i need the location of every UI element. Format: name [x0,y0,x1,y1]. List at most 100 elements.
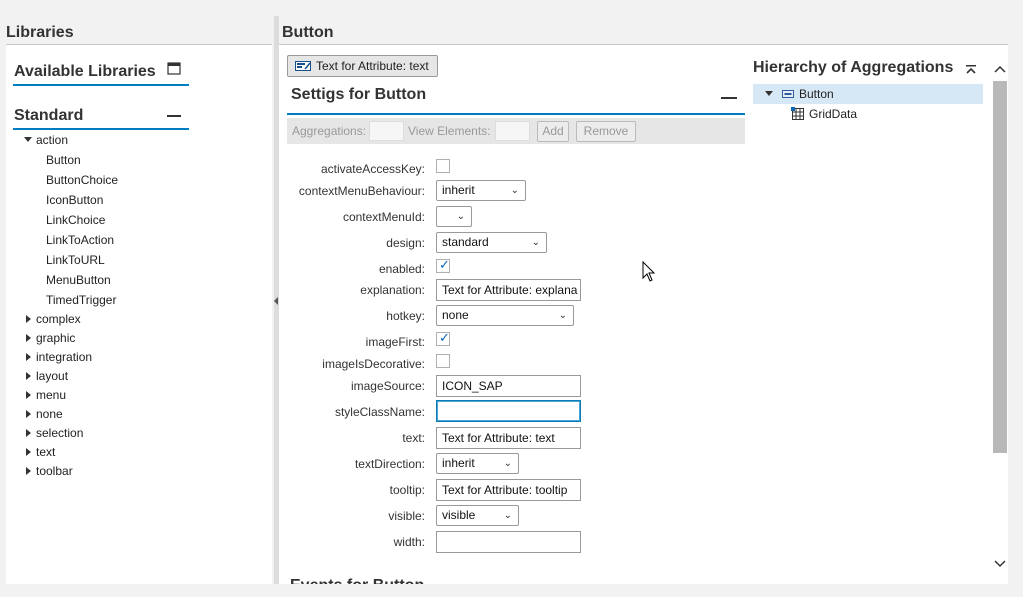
activateaccesskey-checkbox[interactable] [436,159,450,173]
tree-group-label: integration [36,350,93,364]
chevron-down-icon: ⌄ [531,237,540,248]
aggregations-field[interactable] [369,121,404,141]
settings-title: Settigs for Button [291,86,427,103]
width-input[interactable] [436,531,581,553]
contextmenuid-select[interactable]: ⌄ [436,206,472,227]
settings-header: Settigs for Button [287,82,745,115]
enabled-checkbox[interactable]: ✓ [436,257,450,273]
imagesource-label: imageSource: [350,379,425,393]
tree-group-label: action [36,133,69,147]
tree-group-label: toolbar [36,464,73,478]
visible-select[interactable]: visible ⌄ [436,505,519,526]
tree-item-menubutton[interactable]: MenuButton [46,271,111,289]
collapsed-arrow-icon[interactable] [26,353,31,361]
styleclassname-input[interactable] [436,400,581,422]
collapsed-arrow-icon[interactable] [26,448,31,456]
available-libraries-header[interactable]: Available Libraries [13,54,189,86]
hierarchy-row-griddata[interactable]: GridData [753,104,983,124]
tree-group-complex[interactable]: complex [26,310,146,328]
page-title: Button [279,16,1008,45]
collapsed-arrow-icon[interactable] [26,372,31,380]
scroll-thumb[interactable] [993,81,1007,453]
events-title: Events for Button [290,577,424,584]
contextmenubehaviour-select[interactable]: inherit ⌄ [436,180,526,201]
checkmark-icon: ✓ [439,257,450,272]
tree-group-selection[interactable]: selection [26,424,146,442]
design-select[interactable]: standard ⌄ [436,232,547,253]
text-input[interactable]: Text for Attribute: text [436,427,581,449]
collapse-left-icon[interactable] [274,297,278,305]
hierarchy-row-button[interactable]: Button [753,84,983,104]
hierarchy-label: GridData [809,107,858,121]
chevron-down-icon: ⌄ [456,211,465,222]
tree-group-integration[interactable]: integration [26,348,146,366]
standard-library-header[interactable]: Standard [13,98,189,130]
vertical-scrollbar[interactable] [992,61,1008,584]
explanation-input[interactable]: Text for Attribute: explana [436,279,581,301]
tree-group-label: selection [36,426,84,440]
tree-group-action[interactable]: action [24,131,144,149]
tree-group-graphic[interactable]: graphic [26,329,146,347]
chevron-down-icon: ⌄ [503,458,512,469]
tree-group-menu[interactable]: menu [26,386,146,404]
collapsed-arrow-icon[interactable] [26,429,31,437]
scroll-down-icon[interactable] [994,557,1006,569]
tree-group-label: none [36,407,63,421]
maximize-icon[interactable] [167,62,181,76]
edit-text-icon [295,61,311,71]
expand-arrow-icon[interactable] [24,137,32,142]
tree-item-button[interactable]: Button [46,151,81,169]
collapsed-arrow-icon[interactable] [26,334,31,342]
tree-item-iconbutton[interactable]: IconButton [46,191,103,209]
tree-group-none[interactable]: none [26,405,146,423]
tree-item-linkchoice[interactable]: LinkChoice [46,211,105,229]
tree-item-linktourl[interactable]: LinkToURL [46,251,105,269]
chevron-down-icon: ⌄ [558,310,567,321]
remove-button[interactable]: Remove [576,121,636,142]
tree-group-layout[interactable]: layout [26,367,146,385]
hotkey-label: hotkey: [386,309,425,323]
styleclassname-label: styleClassName: [334,405,425,419]
select-value: inherit [442,456,475,470]
collapsed-arrow-icon[interactable] [26,391,31,399]
tree-group-label: complex [36,312,81,326]
tree-group-text[interactable]: text [26,443,146,461]
explanation-label: explanation: [360,283,425,297]
tree-item-buttonchoice[interactable]: ButtonChoice [46,171,118,189]
libraries-panel: Libraries Available Libraries Standard a… [6,16,272,584]
width-label: width: [393,535,425,549]
collapse-all-icon[interactable] [965,64,977,76]
tree-item-timedtrigger[interactable]: TimedTrigger [46,291,116,309]
tree-group-toolbar[interactable]: toolbar [26,462,146,480]
add-button[interactable]: Add [537,121,569,142]
imageisdecorative-checkbox[interactable] [436,354,450,368]
select-value: standard [442,235,489,249]
imagesource-input[interactable]: ICON_SAP [436,375,581,397]
mouse-cursor-icon [642,261,656,282]
button-control-icon [782,90,794,98]
collapsed-arrow-icon[interactable] [26,467,31,475]
tooltip-input[interactable]: Text for Attribute: tooltip [436,479,581,501]
enabled-label: enabled: [378,262,425,276]
libraries-title: Libraries [6,16,272,45]
hierarchy-label: Button [799,87,834,101]
main-panel: Button Text for Attribute: text Settigs … [279,16,1008,584]
hotkey-select[interactable]: none ⌄ [436,305,574,326]
tree-item-linktoaction[interactable]: LinkToAction [46,231,114,249]
minimize-icon[interactable] [167,108,181,122]
minimize-icon[interactable] [721,97,737,99]
tree-group-label: menu [36,388,67,402]
text-label: text: [402,431,425,445]
collapsed-arrow-icon[interactable] [26,315,31,323]
aggregations-label: Aggregations: [292,124,367,138]
collapsed-arrow-icon[interactable] [26,410,31,418]
expand-arrow-icon[interactable] [765,91,773,96]
scroll-up-icon[interactable] [994,64,1006,76]
view-elements-field[interactable] [495,121,530,141]
contextmenuid-label: contextMenuId: [342,210,425,224]
checkmark-icon: ✓ [439,330,450,345]
imagefirst-checkbox[interactable]: ✓ [436,330,450,346]
text-attribute-button[interactable]: Text for Attribute: text [287,55,438,77]
textdirection-select[interactable]: inherit ⌄ [436,453,519,474]
chevron-down-icon: ⌄ [510,185,519,196]
